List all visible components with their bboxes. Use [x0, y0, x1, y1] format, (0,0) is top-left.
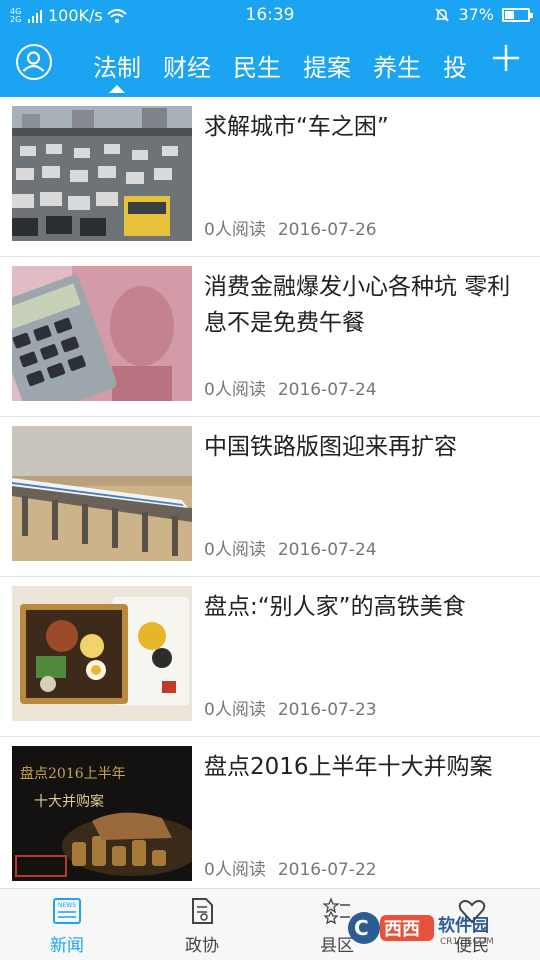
article-title[interactable]: 盘点2016上半年十大并购案: [204, 749, 526, 785]
read-count: 0人阅读: [204, 860, 266, 880]
tab-finance[interactable]: 财经: [152, 30, 222, 97]
tab-proposal[interactable]: 提案: [292, 30, 362, 97]
top-bar: 4G 2G 100K/s 16:39 37% 法制 财经 民生 提案 养生 投: [0, 0, 540, 97]
article-meta: 0人阅读 2016-07-22: [204, 855, 377, 880]
battery-icon: [502, 7, 533, 22]
article-title[interactable]: 中国铁路版图迎来再扩容: [204, 429, 526, 465]
bottom-nav: NEWS 新闻 政协 县区 便民 C 西西 软件园 CR173.COM: [0, 888, 540, 960]
tab-law[interactable]: 法制: [82, 30, 152, 97]
nav-cppcc[interactable]: 政协: [162, 897, 242, 956]
read-count: 0人阅读: [204, 220, 266, 240]
article-meta: 0人阅读 2016-07-24: [204, 535, 377, 560]
nav-news[interactable]: NEWS 新闻: [27, 897, 107, 956]
plus-icon[interactable]: [492, 44, 520, 78]
watermark-logo: C 西西 软件园 CR173.COM: [344, 909, 524, 947]
read-count: 0人阅读: [204, 380, 266, 400]
nav-news-label: 新闻: [50, 936, 84, 956]
read-count: 0人阅读: [204, 540, 266, 560]
tab-livelihood[interactable]: 民生: [222, 30, 292, 97]
nav-cppcc-label: 政协: [185, 936, 219, 956]
tab-health[interactable]: 养生: [362, 30, 432, 97]
article-meta: 0人阅读 2016-07-23: [204, 695, 377, 720]
svg-text:C: C: [354, 916, 369, 940]
publish-date: 2016-07-26: [277, 220, 377, 240]
image-caption-line2: 十大并购案: [34, 793, 104, 810]
app-header: 法制 财经 民生 提案 养生投: [0, 30, 540, 97]
battery-percent: 37%: [458, 5, 494, 24]
article-meta: 0人阅读 2016-07-24: [204, 375, 377, 400]
user-icon[interactable]: [16, 44, 52, 80]
news-list: 求解城市“车之困” 0人阅读 2016-07-26 消费金融爆发小心各种坑 零利…: [0, 97, 540, 888]
publish-date: 2016-07-24: [277, 380, 377, 400]
tab-investment[interactable]: 投: [432, 30, 478, 97]
publish-date: 2016-07-24: [277, 540, 377, 560]
publish-date: 2016-07-23: [277, 700, 377, 720]
merger-coins-photo: 盘点2016上半年 十大并购案: [12, 746, 192, 881]
traffic-jam-photo: [12, 106, 192, 241]
read-count: 0人阅读: [204, 700, 266, 720]
calculator-banknote-photo: [12, 266, 192, 401]
article-title[interactable]: 求解城市“车之困”: [204, 109, 526, 145]
high-speed-train-photo: [12, 426, 192, 561]
article-title[interactable]: 盘点:“别人家”的高铁美食: [204, 589, 526, 625]
article-title[interactable]: 消费金融爆发小心各种坑 零利息不是免费午餐: [204, 269, 526, 341]
document-icon: [192, 898, 213, 924]
status-bar: 4G 2G 100K/s 16:39 37%: [0, 0, 540, 30]
publish-date: 2016-07-22: [277, 860, 377, 880]
article-meta: 0人阅读 2016-07-26: [204, 215, 377, 240]
bento-box-photo: [12, 586, 192, 721]
image-caption-line1: 盘点2016上半年: [20, 765, 126, 782]
mute-bell-icon: [435, 7, 450, 22]
svg-text:NEWS: NEWS: [58, 902, 76, 909]
watermark-url: CR173.COM: [440, 937, 494, 947]
category-tabs: 法制 财经 民生 提案 养生投: [82, 30, 482, 97]
list-item[interactable]: 盘点:“别人家”的高铁美食 0人阅读 2016-07-23: [0, 577, 540, 737]
list-item[interactable]: 中国铁路版图迎来再扩容 0人阅读 2016-07-24: [0, 417, 540, 577]
list-item[interactable]: 消费金融爆发小心各种坑 零利息不是免费午餐 0人阅读 2016-07-24: [0, 257, 540, 417]
list-item[interactable]: 求解城市“车之困” 0人阅读 2016-07-26: [0, 97, 540, 257]
list-item[interactable]: 盘点2016上半年 十大并购案 盘点2016上半年十大并购案 0人阅读 2016-…: [0, 737, 540, 888]
svg-text:软件园: 软件园: [438, 915, 489, 936]
svg-text:西西: 西西: [384, 919, 420, 940]
news-icon: NEWS: [53, 898, 81, 924]
